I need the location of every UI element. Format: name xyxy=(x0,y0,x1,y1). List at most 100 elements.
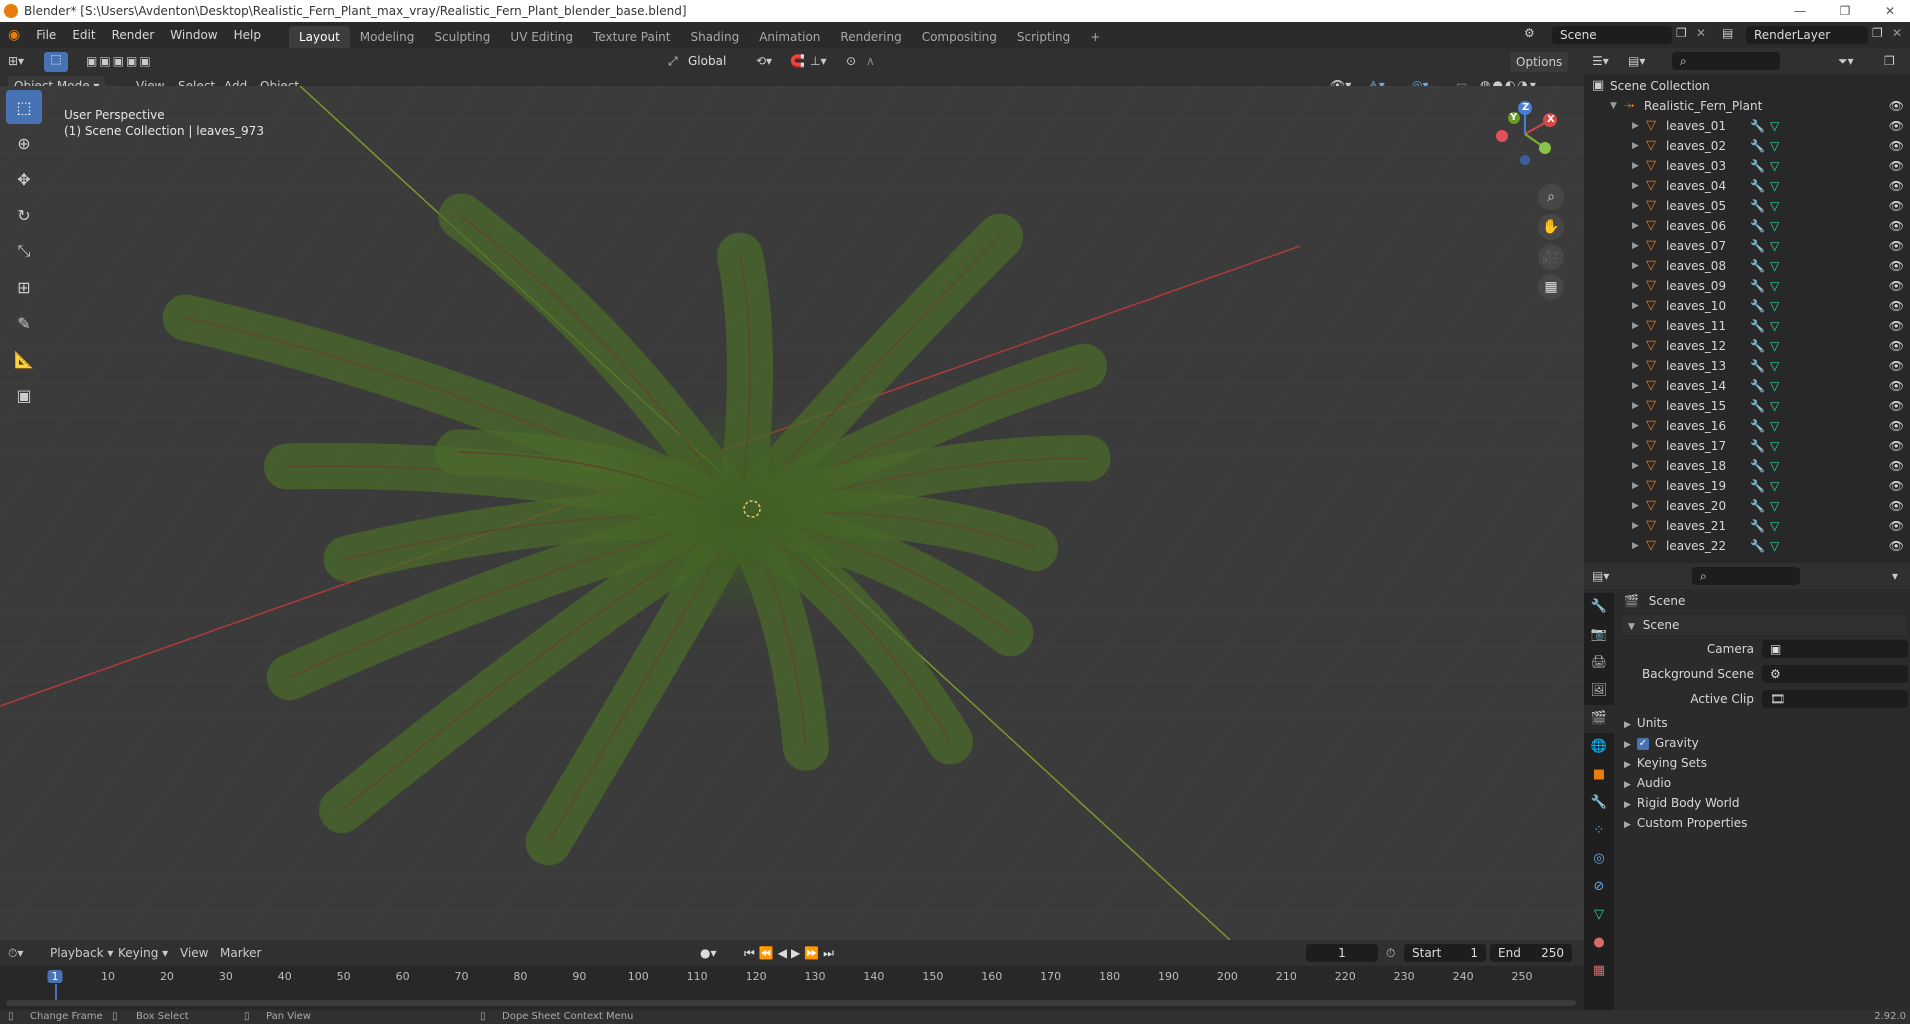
mesh-data-icon[interactable]: ▽ xyxy=(1770,516,1779,536)
expand-right-icon[interactable]: ▶ xyxy=(1632,296,1639,316)
mesh-data-icon[interactable]: ▽ xyxy=(1770,256,1779,276)
properties-section[interactable]: ▶ Units xyxy=(1624,713,1668,733)
expand-down-icon[interactable]: ▼ xyxy=(1610,96,1617,116)
timeline-menu-marker[interactable]: Marker xyxy=(214,943,267,963)
expand-right-icon[interactable]: ▶ xyxy=(1632,416,1639,436)
record-icon[interactable]: ●▾ xyxy=(700,946,717,960)
mesh-data-icon[interactable]: ▽ xyxy=(1770,496,1779,516)
expand-right-icon[interactable]: ▶ xyxy=(1632,436,1639,456)
outliner-row-collection[interactable]: ▼ ⤞ Realistic_Fern_Plant 👁 xyxy=(1584,96,1910,116)
outliner-row-object[interactable]: ▶ ▽ leaves_06 🔧 ▽ 👁 xyxy=(1584,216,1910,236)
measure-tool-icon[interactable]: 📐 xyxy=(6,342,42,376)
workspace-tab-shading[interactable]: Shading xyxy=(680,26,749,48)
properties-section[interactable]: ▶ Keying Sets xyxy=(1624,753,1707,773)
perspective-toggle-icon[interactable]: ▦ xyxy=(1538,274,1564,300)
expand-right-icon[interactable]: ▶ xyxy=(1632,256,1639,276)
expand-right-icon[interactable]: ▶ xyxy=(1632,116,1639,136)
expand-right-icon[interactable]: ▶ xyxy=(1632,316,1639,336)
properties-section[interactable]: ▶ Rigid Body World xyxy=(1624,793,1739,813)
modifier-icon[interactable]: 🔧 xyxy=(1750,276,1765,296)
outliner-row-object[interactable]: ▶ ▽ leaves_21 🔧 ▽ 👁 xyxy=(1584,516,1910,536)
workspace-tab-uv-editing[interactable]: UV Editing xyxy=(500,26,583,48)
modifier-icon[interactable]: 🔧 xyxy=(1750,356,1765,376)
display-mode-icon[interactable]: ▤▾ xyxy=(1628,54,1645,68)
expand-right-icon[interactable]: ▶ xyxy=(1632,496,1639,516)
eye-icon[interactable]: 👁 xyxy=(1889,336,1904,356)
modifier-icon[interactable]: 🔧 xyxy=(1750,336,1765,356)
object-tab-icon[interactable]: ■ xyxy=(1584,761,1614,789)
mesh-data-icon[interactable]: ▽ xyxy=(1770,156,1779,176)
properties-search-input[interactable]: ⌕ xyxy=(1692,567,1800,585)
expand-right-icon[interactable]: ▶ xyxy=(1632,336,1639,356)
expand-right-icon[interactable]: ▶ xyxy=(1632,476,1639,496)
transform-tool-icon[interactable]: ⊞ xyxy=(6,270,42,304)
render-layer-icon[interactable]: ▤ xyxy=(1722,26,1733,40)
minimize-icon[interactable]: — xyxy=(1780,0,1820,22)
menu-help[interactable]: Help xyxy=(226,22,269,48)
modifier-icon[interactable]: 🔧 xyxy=(1750,416,1765,436)
eye-icon[interactable]: 👁 xyxy=(1889,236,1904,256)
mesh-data-icon[interactable]: ▽ xyxy=(1770,136,1779,156)
delete-scene-icon[interactable]: ✕ xyxy=(1696,26,1706,40)
expand-right-icon[interactable]: ▶ xyxy=(1632,176,1639,196)
eye-icon[interactable]: 👁 xyxy=(1889,356,1904,376)
outliner-row-object[interactable]: ▶ ▽ leaves_03 🔧 ▽ 👁 xyxy=(1584,156,1910,176)
add-workspace-icon[interactable]: + xyxy=(1080,26,1110,48)
modifier-icon[interactable]: 🔧 xyxy=(1750,456,1765,476)
eye-icon[interactable]: 👁 xyxy=(1889,96,1904,116)
expand-right-icon[interactable]: ▶ xyxy=(1632,156,1639,176)
mesh-data-icon[interactable]: ▽ xyxy=(1770,476,1779,496)
active-clip-field[interactable]: 🎞 xyxy=(1762,690,1908,708)
outliner-search-input[interactable]: ⌕ xyxy=(1672,52,1780,70)
world-tab-icon[interactable]: 🌐 xyxy=(1584,733,1614,761)
eye-icon[interactable]: 👁 xyxy=(1889,476,1904,496)
physics-tab-icon[interactable]: ◎ xyxy=(1584,845,1614,873)
workspace-tab-texture-paint[interactable]: Texture Paint xyxy=(583,26,680,48)
expand-right-icon[interactable]: ▶ xyxy=(1632,516,1639,536)
outliner-row-object[interactable]: ▶ ▽ leaves_07 🔧 ▽ 👁 xyxy=(1584,236,1910,256)
menu-render[interactable]: Render xyxy=(104,22,163,48)
modifier-icon[interactable]: 🔧 xyxy=(1750,396,1765,416)
expand-right-icon[interactable]: ▶ xyxy=(1632,376,1639,396)
expand-right-icon[interactable]: ▶ xyxy=(1632,276,1639,296)
background-scene-field[interactable]: ⚙ xyxy=(1762,665,1908,683)
outliner-row-object[interactable]: ▶ ▽ leaves_14 🔧 ▽ 👁 xyxy=(1584,376,1910,396)
eye-icon[interactable]: 👁 xyxy=(1889,376,1904,396)
eye-icon[interactable]: 👁 xyxy=(1889,456,1904,476)
select-tool-icon[interactable]: ⬚ xyxy=(44,52,68,72)
close-icon[interactable]: ✕ xyxy=(1870,0,1910,22)
eye-icon[interactable]: 👁 xyxy=(1889,136,1904,156)
expand-right-icon[interactable]: ▶ xyxy=(1632,136,1639,156)
outliner-row-object[interactable]: ▶ ▽ leaves_01 🔧 ▽ 👁 xyxy=(1584,116,1910,136)
outliner-row-object[interactable]: ▶ ▽ leaves_04 🔧 ▽ 👁 xyxy=(1584,176,1910,196)
outliner-row-object[interactable]: ▶ ▽ leaves_12 🔧 ▽ 👁 xyxy=(1584,336,1910,356)
modifier-icon[interactable]: 🔧 xyxy=(1750,196,1765,216)
pan-hand-icon[interactable]: ✋ xyxy=(1538,214,1564,240)
snap-mode-icon[interactable]: ⊥▾ xyxy=(810,54,826,68)
menu-edit[interactable]: Edit xyxy=(64,22,103,48)
snap-icon[interactable]: 🧲 xyxy=(790,54,805,68)
eye-icon[interactable]: 👁 xyxy=(1889,156,1904,176)
playback-controls-icons[interactable]: ⏮⏪◀▶⏩⏭ xyxy=(744,946,838,961)
new-collection-icon[interactable]: ❐ xyxy=(1884,54,1895,68)
mesh-data-icon[interactable]: ▽ xyxy=(1770,456,1779,476)
expand-right-icon[interactable]: ▶ xyxy=(1632,396,1639,416)
mesh-data-icon[interactable]: ▽ xyxy=(1770,216,1779,236)
menu-file[interactable]: File xyxy=(28,22,64,48)
mesh-data-icon[interactable]: ▽ xyxy=(1770,316,1779,336)
scene-icon[interactable]: ⚙ xyxy=(1524,26,1535,40)
eye-icon[interactable]: 👁 xyxy=(1889,176,1904,196)
modifier-icon[interactable]: 🔧 xyxy=(1750,236,1765,256)
mesh-data-icon[interactable]: ▽ xyxy=(1770,536,1779,556)
timeline-menu-view[interactable]: View xyxy=(174,943,214,963)
filter-icon[interactable]: ⏷▾ xyxy=(1838,54,1854,69)
eye-icon[interactable]: 👁 xyxy=(1889,316,1904,336)
properties-section[interactable]: ▶ Audio xyxy=(1624,773,1671,793)
outliner-row-object[interactable]: ▶ ▽ leaves_10 🔧 ▽ 👁 xyxy=(1584,296,1910,316)
eye-icon[interactable]: 👁 xyxy=(1889,196,1904,216)
move-tool-icon[interactable]: ✥ xyxy=(6,162,42,196)
constraints-tab-icon[interactable]: ⊘ xyxy=(1584,873,1614,901)
rotate-tool-icon[interactable]: ↻ xyxy=(6,198,42,232)
outliner-row-object[interactable]: ▶ ▽ leaves_08 🔧 ▽ 👁 xyxy=(1584,256,1910,276)
menu-window[interactable]: Window xyxy=(162,22,225,48)
